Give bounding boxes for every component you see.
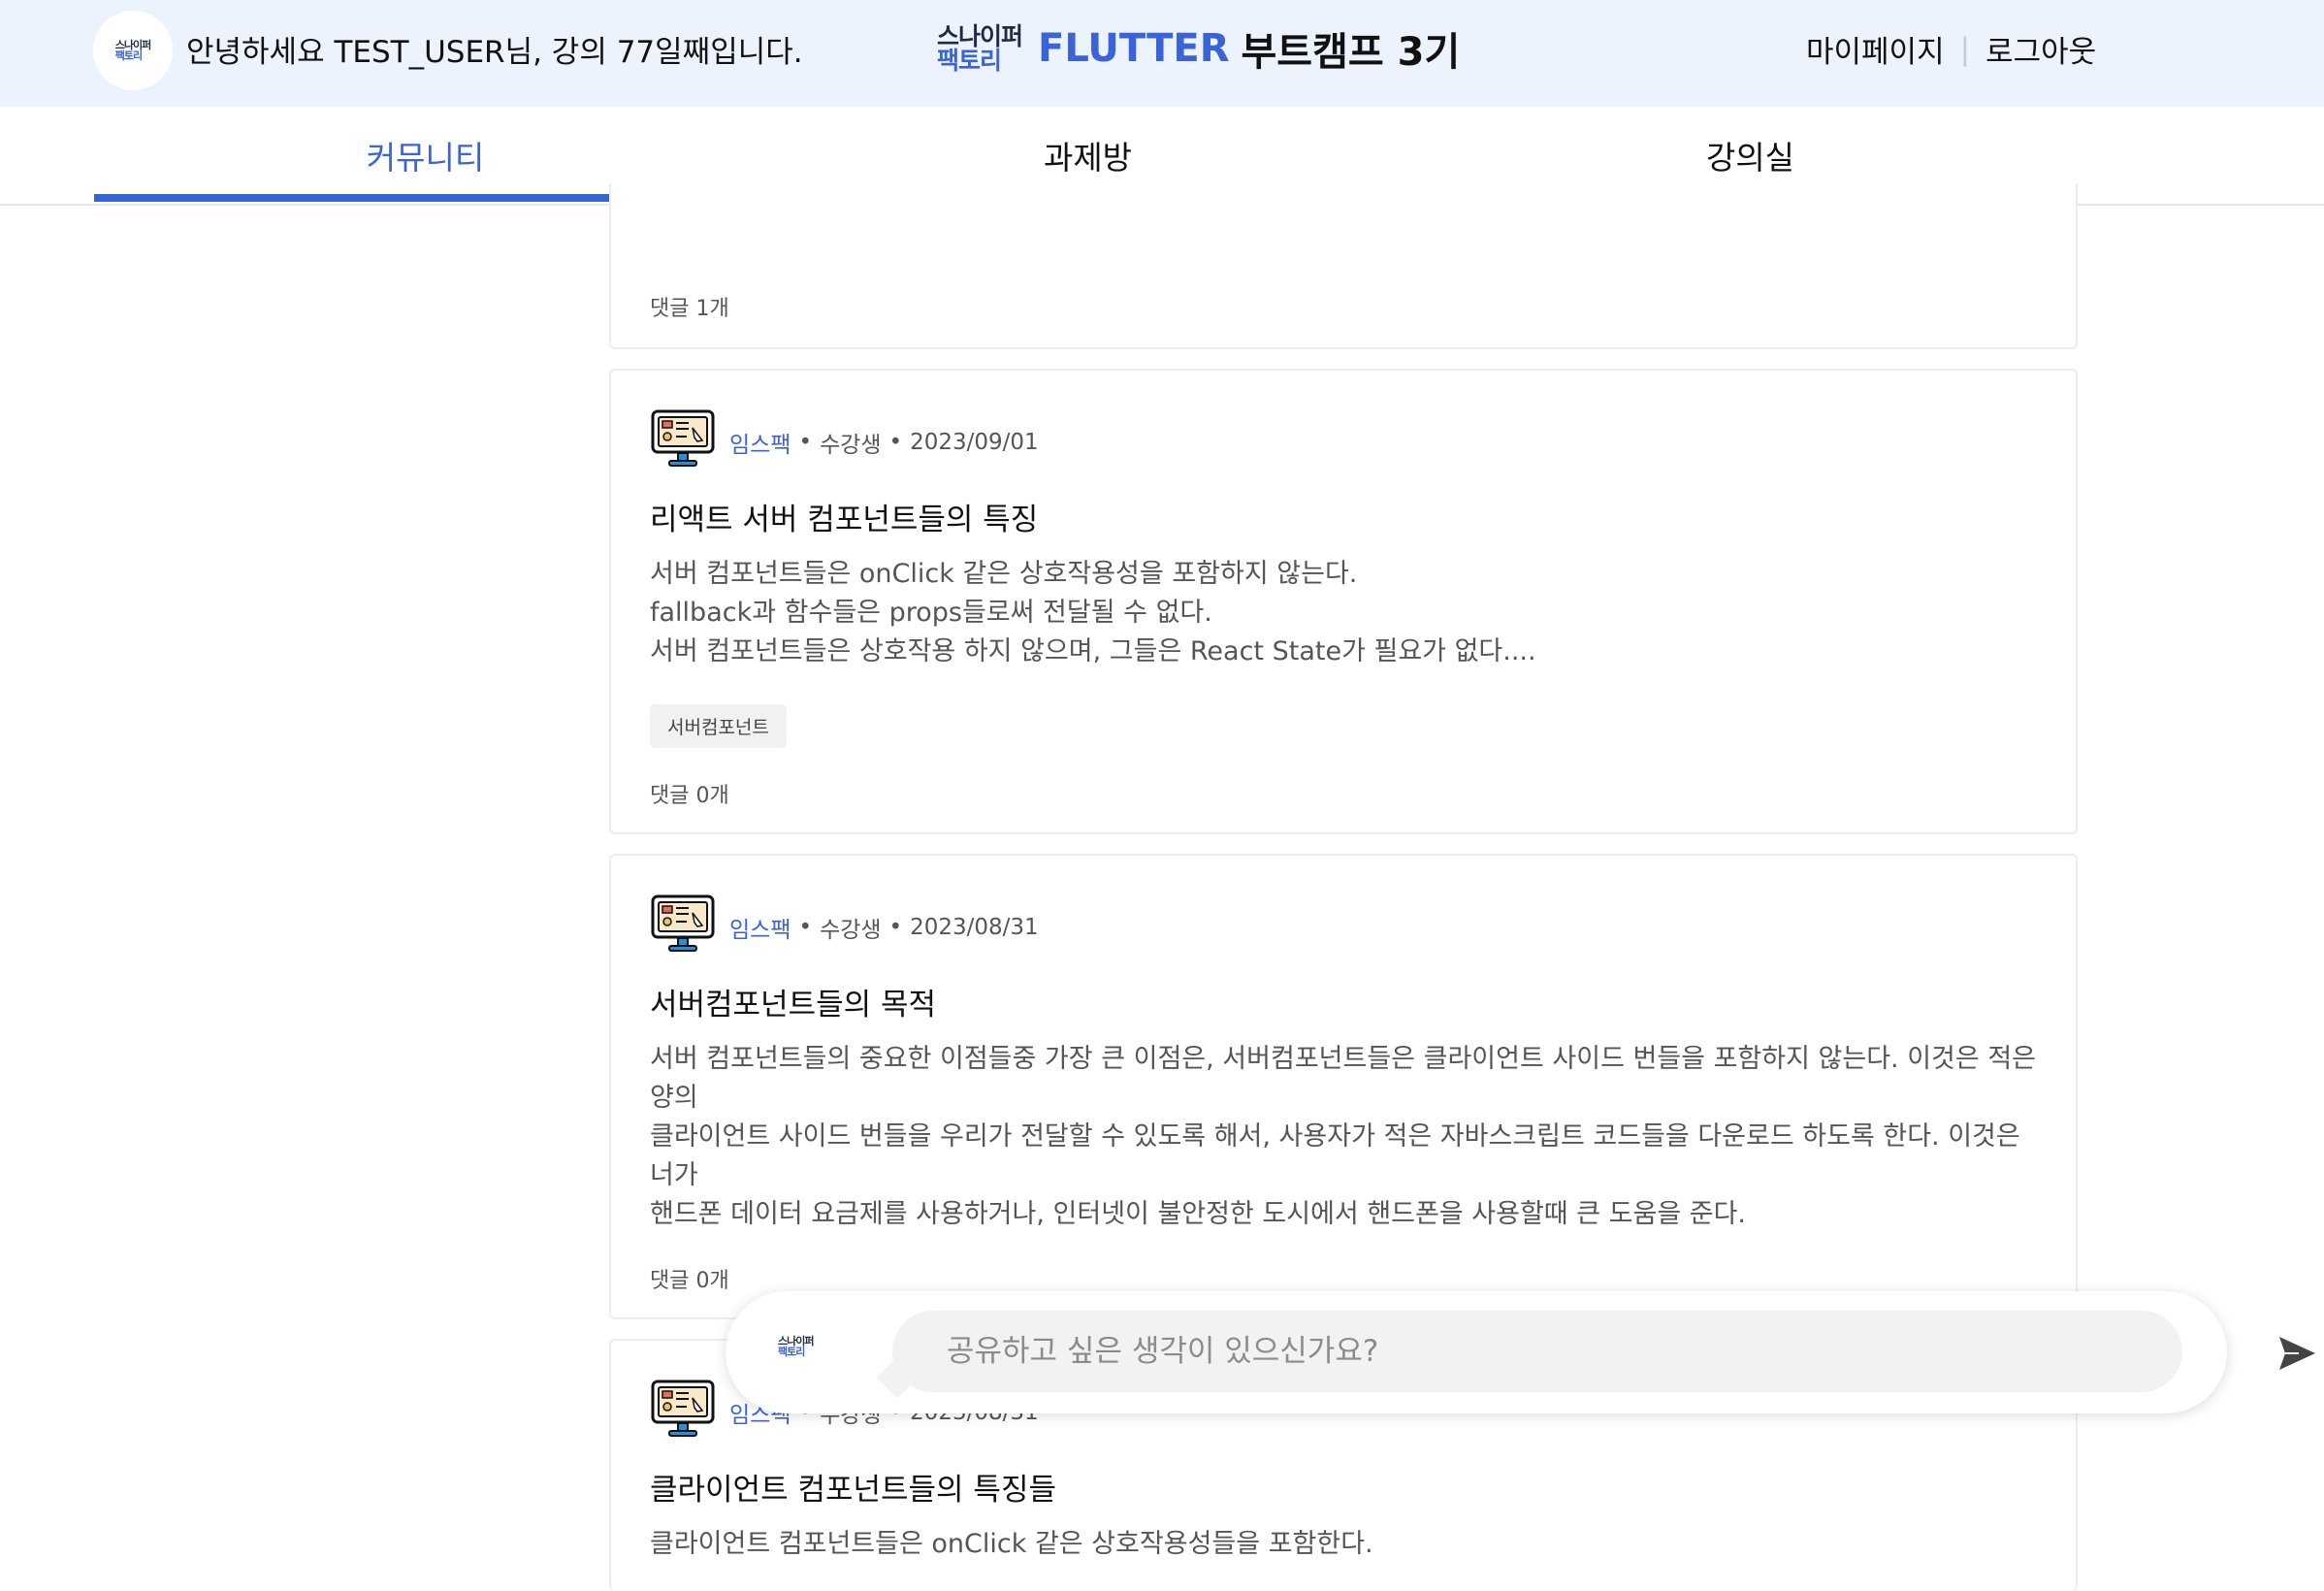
post-title[interactable]: 서버컴포넌트들의 목적 bbox=[650, 980, 936, 1023]
logo-icon: 스나이퍼 팩토리 bbox=[937, 22, 1023, 75]
post-date: 2023/09/01 bbox=[910, 430, 1039, 455]
send-icon bbox=[2279, 1337, 2315, 1370]
monitor-icon bbox=[650, 893, 716, 961]
brand-title[interactable]: 스나이퍼 팩토리 FLUTTER 부트캠프 3기 bbox=[937, 21, 1460, 76]
composer-input-wrap[interactable] bbox=[892, 1311, 2315, 1392]
monitor-icon bbox=[650, 408, 716, 476]
post-body: 서버 컴포넌트들은 onClick 같은 상호작용성을 포함하지 않는다. fa… bbox=[650, 559, 1536, 666]
send-button[interactable] bbox=[2274, 1330, 2320, 1377]
monitor-icon bbox=[650, 1379, 716, 1446]
post-card[interactable]: 임스팩 • 수강생 • 2023/08/31 서버컴포넌트들의 목적 서버 컴포… bbox=[609, 854, 2078, 1319]
logo-icon: 스나이퍼 팩토리 bbox=[778, 1335, 814, 1358]
post-meta: 임스팩 • 수강생 • 2023/08/31 bbox=[650, 893, 1039, 961]
comment-count[interactable]: 댓글 1개 bbox=[650, 291, 729, 322]
logout-link[interactable]: 로그아웃 bbox=[1985, 27, 2096, 71]
author-role: 수강생 bbox=[820, 433, 882, 458]
post-body: 서버 컴포넌트들의 중요한 이점들중 가장 큰 이점은, 서버컴포넌트들은 클라… bbox=[650, 1044, 2036, 1229]
comment-count[interactable]: 댓글 0개 bbox=[650, 778, 729, 809]
tag-chip[interactable]: 서버컴포넌트 bbox=[650, 704, 787, 748]
greeting-text: 안녕하세요 TEST_USER님, 강의 77일째입니다. bbox=[186, 35, 803, 70]
link-separator: | bbox=[1959, 31, 1971, 67]
post-title[interactable]: 리액트 서버 컴포넌트들의 특징 bbox=[650, 495, 1038, 538]
mypage-link[interactable]: 마이페이지 bbox=[1806, 27, 1945, 71]
post-card[interactable]: 댓글 1개 bbox=[609, 184, 2078, 349]
comment-count[interactable]: 댓글 0개 bbox=[650, 1263, 729, 1294]
composer-avatar: 스나이퍼 팩토리 bbox=[778, 1335, 814, 1358]
post-composer: 스나이퍼 팩토리 bbox=[726, 1291, 2315, 1413]
post-body: 클라이언트 컴포넌트들은 onClick 같은 상호작용성들을 포함한다. bbox=[650, 1529, 1373, 1559]
author-name[interactable]: 임스팩 bbox=[729, 911, 791, 944]
author-name[interactable]: 임스팩 bbox=[729, 426, 791, 459]
author-role: 수강생 bbox=[820, 918, 882, 943]
top-header: 스나이퍼 팩토리 안녕하세요 TEST_USER님, 강의 77일째입니다. 스… bbox=[0, 0, 2324, 107]
brand-flutter-text: FLUTTER bbox=[1038, 26, 1230, 71]
post-meta: 임스팩 • 수강생 • 2023/09/01 bbox=[650, 408, 1039, 476]
share-thought-input[interactable] bbox=[945, 1333, 2064, 1370]
post-title[interactable]: 클라이언트 컴포넌트들의 특징들 bbox=[650, 1465, 1056, 1509]
post-card[interactable]: 임스팩 • 수강생 • 2023/09/01 리액트 서버 컴포넌트들의 특징 … bbox=[609, 369, 2078, 834]
brand-bootcamp-text: 부트캠프 3기 bbox=[1241, 30, 1461, 75]
brand-logo-avatar[interactable]: 스나이퍼 팩토리 bbox=[93, 11, 173, 90]
post-date: 2023/08/31 bbox=[910, 915, 1039, 940]
account-links: 마이페이지 | 로그아웃 bbox=[1806, 27, 2096, 71]
logo-icon: 스나이퍼 팩토리 bbox=[114, 39, 151, 62]
